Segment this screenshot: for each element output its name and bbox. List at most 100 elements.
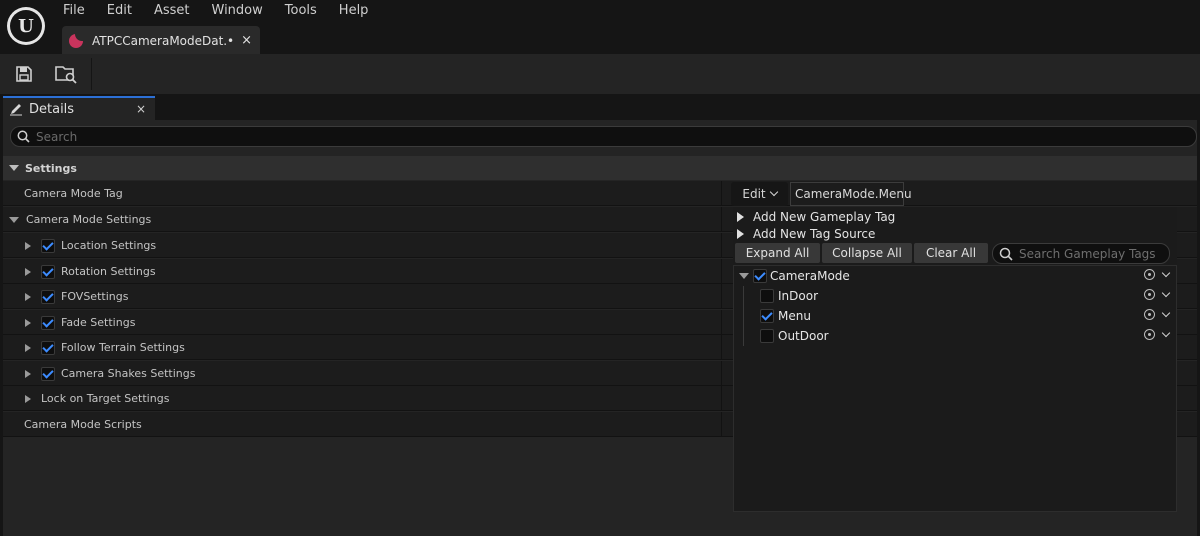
chevron-down-icon[interactable]	[1161, 308, 1171, 317]
edit-tag-button-label: Edit	[742, 187, 766, 201]
search-icon	[17, 130, 30, 143]
column-splitter[interactable]	[721, 361, 722, 386]
data-asset-icon	[69, 33, 83, 48]
fov-settings-text: FOVSettings	[61, 290, 129, 303]
menu-edit[interactable]: Edit	[96, 3, 143, 19]
tag-row-tools	[1144, 268, 1172, 280]
clear-all-button[interactable]: Clear All	[914, 243, 988, 263]
camera-mode-settings-label: Camera Mode Settings	[9, 207, 151, 232]
editor-window: U File Edit Asset Window Tools Help ATPC…	[0, 0, 1200, 536]
chevron-down-icon[interactable]	[1161, 288, 1171, 297]
camera-shakes-settings-checkbox[interactable]	[41, 366, 55, 381]
details-search-input[interactable]	[36, 129, 1136, 144]
expand-arrow-icon[interactable]	[25, 241, 31, 250]
column-splitter[interactable]	[721, 335, 722, 360]
menu-asset[interactable]: Asset	[143, 3, 201, 19]
tag-row-tools	[1144, 288, 1172, 300]
menu-help[interactable]: Help	[328, 3, 380, 19]
target-icon[interactable]	[1144, 309, 1155, 320]
chevron-down-icon[interactable]	[1161, 268, 1171, 277]
expand-all-button[interactable]: Expand All	[735, 243, 820, 263]
rotation-settings-text: Rotation Settings	[61, 265, 156, 278]
menu-window[interactable]: Window	[201, 3, 274, 19]
expand-arrow-icon[interactable]	[9, 216, 19, 223]
collapse-arrow-icon[interactable]	[9, 165, 19, 171]
cameramode-tag-label: CameraMode	[770, 269, 850, 283]
expand-arrow-icon[interactable]	[25, 318, 31, 327]
fov-settings-label: FOVSettings	[25, 284, 128, 309]
expand-arrow-icon[interactable]	[25, 267, 31, 276]
fade-settings-checkbox[interactable]	[41, 315, 55, 330]
main-menu: File Edit Asset Window Tools Help	[52, 3, 379, 19]
expand-arrow-icon[interactable]	[25, 292, 31, 301]
column-splitter[interactable]	[721, 181, 722, 206]
add-new-tag-source-label: Add New Tag Source	[753, 227, 876, 241]
chevron-down-icon	[769, 187, 778, 197]
add-new-gameplay-tag-label: Add New Gameplay Tag	[753, 210, 896, 224]
expand-arrow-icon	[737, 212, 744, 222]
tree-expand-arrow-icon[interactable]	[739, 273, 749, 279]
expand-arrow-icon[interactable]	[25, 394, 31, 403]
expand-arrow-icon[interactable]	[25, 369, 31, 378]
pencil-icon	[9, 102, 23, 116]
camera-mode-scripts-label: Camera Mode Scripts	[24, 418, 142, 431]
lock-on-target-settings-text: Lock on Target Settings	[41, 392, 170, 405]
column-splitter[interactable]	[721, 284, 722, 309]
column-splitter[interactable]	[721, 207, 722, 232]
tag-row-outdoor[interactable]: OutDoor	[734, 326, 1176, 346]
column-splitter[interactable]	[721, 310, 722, 335]
details-tab[interactable]: Details ×	[3, 96, 155, 120]
add-new-tag-source[interactable]: Add New Tag Source	[737, 226, 875, 242]
target-icon[interactable]	[1144, 289, 1155, 300]
outdoor-tag-label: OutDoor	[778, 329, 829, 343]
target-icon[interactable]	[1144, 329, 1155, 340]
folder-search-icon	[55, 66, 77, 84]
title-bar: U File Edit Asset Window Tools Help ATPC…	[0, 0, 1200, 55]
tag-row-indoor[interactable]: InDoor	[734, 286, 1176, 306]
unreal-logo-icon[interactable]: U	[7, 7, 45, 45]
expand-arrow-icon	[737, 229, 744, 239]
column-splitter[interactable]	[721, 233, 722, 258]
follow-terrain-settings-checkbox[interactable]	[41, 340, 55, 355]
location-settings-checkbox[interactable]	[41, 238, 55, 253]
chevron-down-icon[interactable]	[1161, 328, 1171, 337]
tag-search-input[interactable]	[1019, 246, 1164, 261]
menu-tag-checkbox[interactable]	[760, 309, 774, 323]
expand-arrow-icon[interactable]	[25, 343, 31, 352]
column-splitter[interactable]	[721, 386, 722, 411]
search-icon	[999, 247, 1013, 261]
tag-tree: CameraMode InDoor Menu OutDoor	[733, 265, 1177, 512]
lock-on-target-settings-label: Lock on Target Settings	[25, 386, 169, 411]
camera-shakes-settings-text: Camera Shakes Settings	[61, 367, 196, 380]
collapse-all-button[interactable]: Collapse All	[822, 243, 912, 263]
outdoor-tag-checkbox[interactable]	[760, 329, 774, 343]
save-button[interactable]	[12, 62, 36, 86]
location-settings-label: Location Settings	[25, 233, 156, 258]
target-icon[interactable]	[1144, 269, 1155, 280]
tag-row-menu[interactable]: Menu	[734, 306, 1176, 326]
fov-settings-checkbox[interactable]	[41, 289, 55, 304]
column-splitter[interactable]	[721, 412, 722, 437]
selected-tag-value: CameraMode.Menu	[790, 182, 912, 206]
browse-to-asset-button[interactable]	[54, 62, 78, 86]
menu-file[interactable]: File	[52, 3, 96, 19]
menu-tag-label: Menu	[778, 309, 811, 323]
fade-settings-label: Fade Settings	[25, 310, 135, 335]
settings-category-header[interactable]: Settings	[3, 156, 1197, 180]
tag-row-cameramode[interactable]: CameraMode	[734, 266, 1176, 286]
add-new-gameplay-tag[interactable]: Add New Gameplay Tag	[737, 209, 895, 225]
tag-search-box[interactable]	[992, 243, 1170, 264]
close-details-button[interactable]: ×	[136, 102, 146, 116]
camera-mode-settings-text: Camera Mode Settings	[26, 213, 152, 226]
close-tab-button[interactable]: ×	[241, 33, 252, 48]
details-search-box[interactable]	[10, 126, 1197, 147]
edit-tag-button[interactable]: Edit	[731, 182, 788, 206]
tag-row-tools	[1144, 328, 1172, 340]
indoor-tag-checkbox[interactable]	[760, 289, 774, 303]
cameramode-tag-checkbox[interactable]	[753, 269, 767, 283]
menu-tools[interactable]: Tools	[274, 3, 328, 19]
rotation-settings-checkbox[interactable]	[41, 264, 55, 279]
document-tab[interactable]: ATPCCameraModeDat... • ×	[62, 26, 260, 55]
column-splitter[interactable]	[721, 259, 722, 284]
follow-terrain-settings-text: Follow Terrain Settings	[61, 341, 185, 354]
